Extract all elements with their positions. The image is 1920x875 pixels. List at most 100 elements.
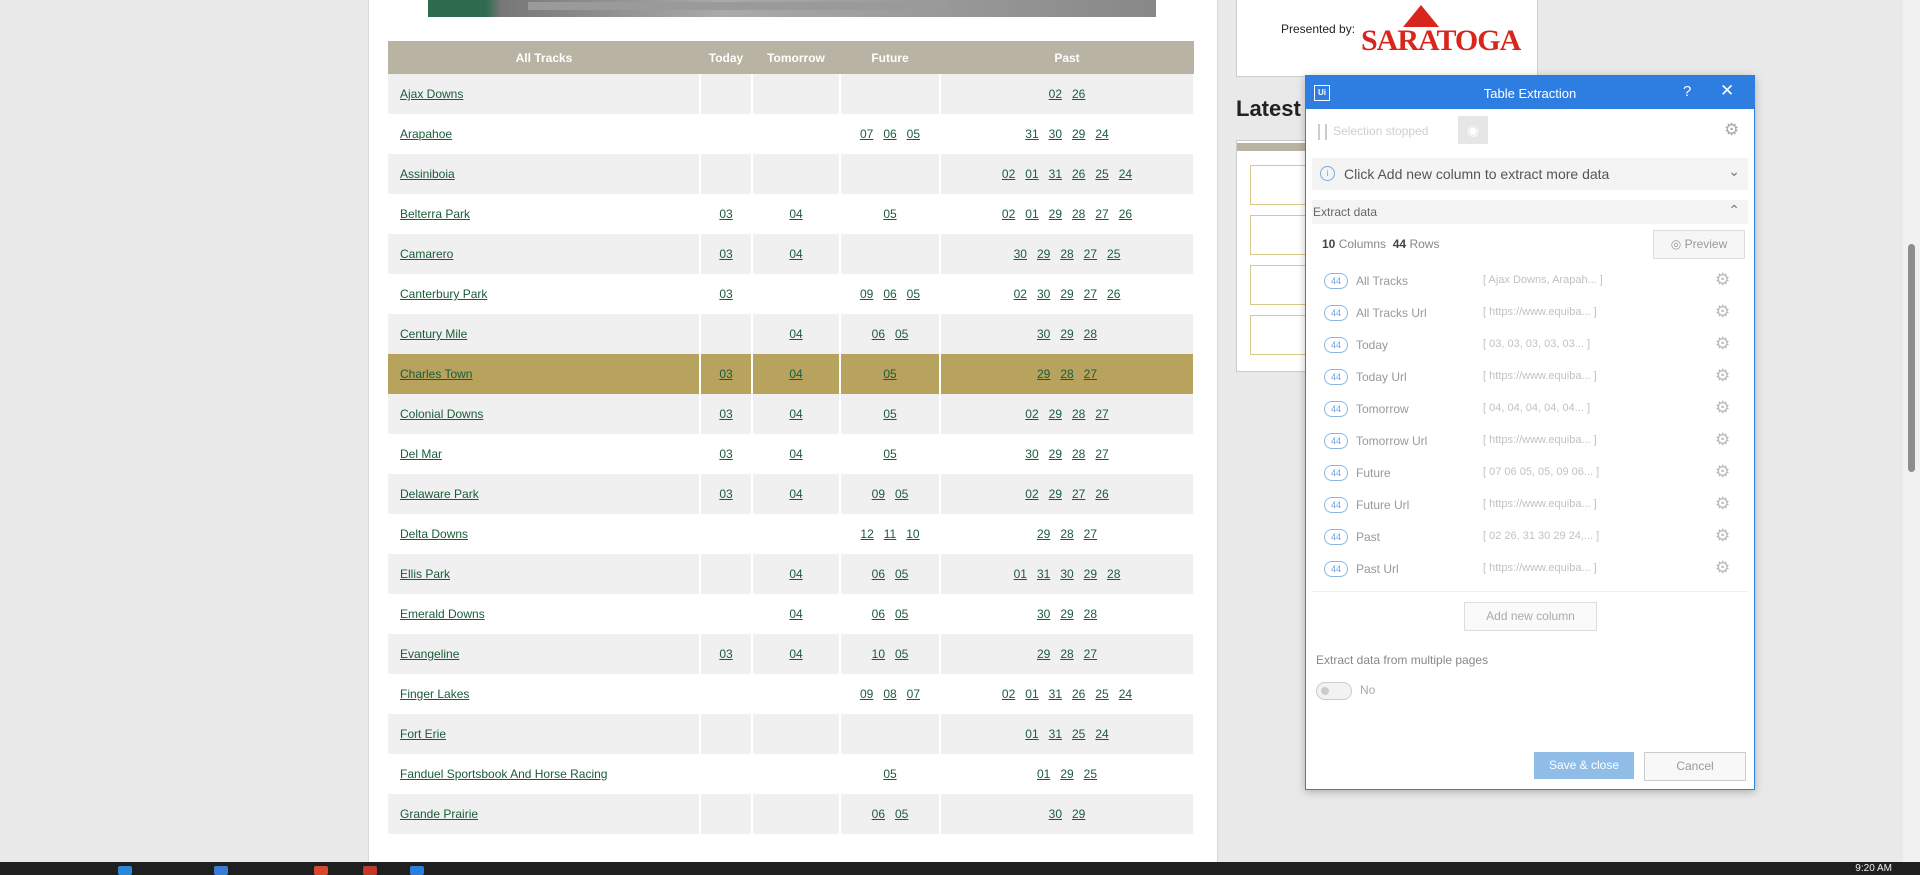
future-date-link[interactable]: 06 — [883, 127, 896, 141]
tomorrow-date-link[interactable]: 04 — [789, 567, 802, 581]
future-date-link[interactable]: 06 — [872, 607, 885, 621]
saratoga-logo[interactable]: SARATOGA — [1361, 24, 1521, 58]
future-date-link[interactable]: 09 — [860, 687, 873, 701]
taskbar-app-icon[interactable] — [410, 866, 424, 875]
past-date-link[interactable]: 01 — [1025, 727, 1038, 741]
past-date-link[interactable]: 25 — [1095, 687, 1108, 701]
info-banner[interactable]: i Click Add new column to extract more d… — [1312, 158, 1748, 190]
past-date-link[interactable]: 02 — [1002, 207, 1015, 221]
eye-icon[interactable]: ◉ — [1458, 116, 1488, 144]
future-date-link[interactable]: 05 — [907, 127, 920, 141]
past-date-link[interactable]: 29 — [1049, 487, 1062, 501]
track-link[interactable]: Canterbury Park — [400, 287, 487, 301]
past-date-link[interactable]: 27 — [1084, 647, 1097, 661]
column-settings-gear-icon[interactable]: ⚙ — [1715, 494, 1730, 514]
past-date-link[interactable]: 29 — [1060, 327, 1073, 341]
future-date-link[interactable]: 05 — [883, 447, 896, 461]
past-date-link[interactable]: 24 — [1095, 127, 1108, 141]
taskbar-app-icon[interactable] — [118, 866, 132, 875]
past-date-link[interactable]: 31 — [1049, 167, 1062, 181]
future-date-link[interactable]: 05 — [895, 607, 908, 621]
track-link[interactable]: Ellis Park — [400, 567, 450, 581]
past-date-link[interactable]: 29 — [1060, 767, 1073, 781]
track-link[interactable]: Arapahoe — [400, 127, 452, 141]
past-date-link[interactable]: 24 — [1119, 687, 1132, 701]
column-name[interactable]: All Tracks Url — [1356, 306, 1427, 320]
latest-item[interactable] — [1250, 215, 1312, 255]
track-link[interactable]: Century Mile — [400, 327, 467, 341]
past-date-link[interactable]: 29 — [1084, 567, 1097, 581]
past-date-link[interactable]: 28 — [1072, 407, 1085, 421]
past-date-link[interactable]: 25 — [1084, 767, 1097, 781]
tomorrow-date-link[interactable]: 04 — [789, 367, 802, 381]
past-date-link[interactable]: 28 — [1060, 527, 1073, 541]
future-date-link[interactable]: 05 — [895, 327, 908, 341]
latest-item[interactable] — [1250, 265, 1312, 305]
track-link[interactable]: Belterra Park — [400, 207, 470, 221]
past-date-link[interactable]: 31 — [1025, 127, 1038, 141]
past-date-link[interactable]: 29 — [1049, 447, 1062, 461]
past-date-link[interactable]: 25 — [1072, 727, 1085, 741]
tomorrow-date-link[interactable]: 04 — [789, 247, 802, 261]
today-date-link[interactable]: 03 — [719, 407, 732, 421]
past-date-link[interactable]: 29 — [1049, 407, 1062, 421]
track-link[interactable]: Colonial Downs — [400, 407, 483, 421]
tomorrow-date-link[interactable]: 04 — [789, 407, 802, 421]
track-link[interactable]: Assiniboia — [400, 167, 455, 181]
past-date-link[interactable]: 27 — [1084, 287, 1097, 301]
column-settings-gear-icon[interactable]: ⚙ — [1715, 462, 1730, 482]
past-date-link[interactable]: 28 — [1107, 567, 1120, 581]
past-date-link[interactable]: 25 — [1107, 247, 1120, 261]
past-date-link[interactable]: 31 — [1037, 567, 1050, 581]
future-date-link[interactable]: 06 — [872, 327, 885, 341]
past-date-link[interactable]: 30 — [1049, 807, 1062, 821]
column-settings-gear-icon[interactable]: ⚙ — [1715, 302, 1730, 322]
future-date-link[interactable]: 05 — [895, 807, 908, 821]
past-date-link[interactable]: 28 — [1084, 607, 1097, 621]
track-link[interactable]: Delta Downs — [400, 527, 468, 541]
help-icon[interactable]: ? — [1683, 83, 1691, 100]
past-date-link[interactable]: 30 — [1049, 127, 1062, 141]
past-date-link[interactable]: 29 — [1037, 647, 1050, 661]
track-link[interactable]: Charles Town — [400, 367, 472, 381]
past-date-link[interactable]: 27 — [1095, 447, 1108, 461]
column-name[interactable]: Today — [1356, 338, 1388, 352]
past-date-link[interactable]: 30 — [1037, 327, 1050, 341]
past-date-link[interactable]: 24 — [1095, 727, 1108, 741]
past-date-link[interactable]: 27 — [1084, 527, 1097, 541]
today-date-link[interactable]: 03 — [719, 247, 732, 261]
latest-item[interactable] — [1250, 165, 1312, 205]
cancel-button[interactable]: Cancel — [1644, 752, 1746, 781]
track-link[interactable]: Evangeline — [400, 647, 459, 661]
past-date-link[interactable]: 30 — [1060, 567, 1073, 581]
past-date-link[interactable]: 30 — [1037, 287, 1050, 301]
future-date-link[interactable]: 06 — [872, 807, 885, 821]
past-date-link[interactable]: 29 — [1037, 367, 1050, 381]
past-date-link[interactable]: 30 — [1014, 247, 1027, 261]
track-link[interactable]: Fort Erie — [400, 727, 446, 741]
chevron-up-icon[interactable]: ⌃ — [1728, 202, 1740, 219]
column-name[interactable]: Past Url — [1356, 562, 1399, 576]
today-date-link[interactable]: 03 — [719, 487, 732, 501]
scrollbar-thumb[interactable] — [1908, 244, 1915, 472]
past-date-link[interactable]: 02 — [1025, 487, 1038, 501]
close-icon[interactable]: ✕ — [1720, 81, 1734, 101]
column-name[interactable]: Today Url — [1356, 370, 1407, 384]
past-date-link[interactable]: 29 — [1072, 127, 1085, 141]
column-settings-gear-icon[interactable]: ⚙ — [1715, 558, 1730, 578]
past-date-link[interactable]: 01 — [1037, 767, 1050, 781]
past-date-link[interactable]: 26 — [1119, 207, 1132, 221]
past-date-link[interactable]: 27 — [1095, 407, 1108, 421]
column-settings-gear-icon[interactable]: ⚙ — [1715, 526, 1730, 546]
tomorrow-date-link[interactable]: 04 — [789, 647, 802, 661]
page-scrollbar[interactable] — [1903, 0, 1920, 862]
future-date-link[interactable]: 10 — [906, 527, 919, 541]
column-name[interactable]: Future Url — [1356, 498, 1409, 512]
today-date-link[interactable]: 03 — [719, 447, 732, 461]
past-date-link[interactable]: 27 — [1084, 367, 1097, 381]
column-name[interactable]: Past — [1356, 530, 1380, 544]
tomorrow-date-link[interactable]: 04 — [789, 607, 802, 621]
past-date-link[interactable]: 26 — [1107, 287, 1120, 301]
past-date-link[interactable]: 25 — [1095, 167, 1108, 181]
column-name[interactable]: Tomorrow Url — [1356, 434, 1427, 448]
